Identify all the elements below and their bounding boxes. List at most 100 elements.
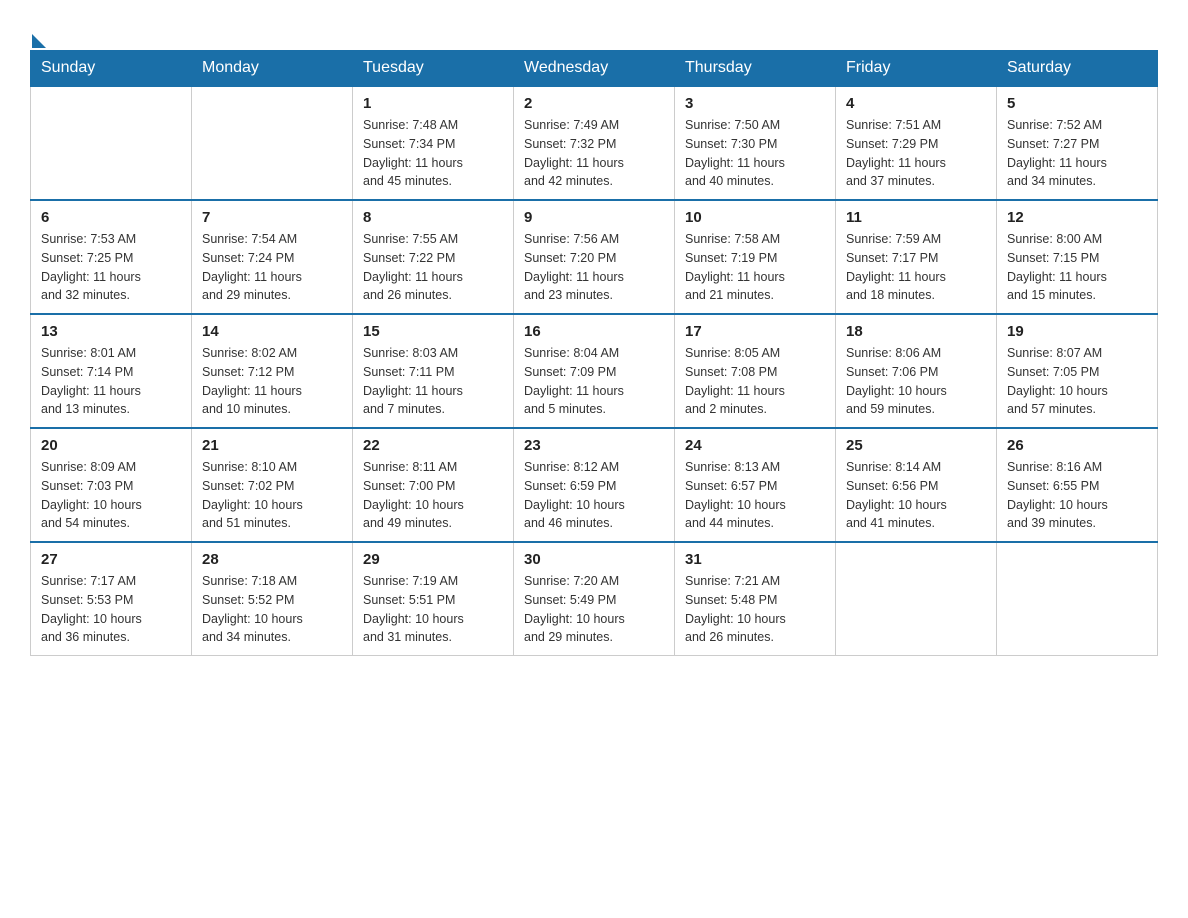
day-number: 17 xyxy=(685,323,825,340)
day-info: Sunrise: 8:11 AMSunset: 7:00 PMDaylight:… xyxy=(363,458,503,533)
day-number: 21 xyxy=(202,437,342,454)
day-number: 14 xyxy=(202,323,342,340)
day-number: 28 xyxy=(202,551,342,568)
day-info: Sunrise: 7:18 AMSunset: 5:52 PMDaylight:… xyxy=(202,572,342,647)
day-number: 5 xyxy=(1007,95,1147,112)
day-info: Sunrise: 7:20 AMSunset: 5:49 PMDaylight:… xyxy=(524,572,664,647)
calendar-cell: 22Sunrise: 8:11 AMSunset: 7:00 PMDayligh… xyxy=(353,428,514,542)
day-number: 8 xyxy=(363,209,503,226)
day-number: 11 xyxy=(846,209,986,226)
calendar-cell: 17 Sunrise: 8:05 AMSunset: 7:08 PMDayligh… xyxy=(675,314,836,428)
day-number: 16 xyxy=(524,323,664,340)
day-info: Sunrise: 8:16 AMSunset: 6:55 PMDaylight:… xyxy=(1007,458,1147,533)
calendar-cell: 10 Sunrise: 7:58 AMSunset: 7:19 PMDayligh… xyxy=(675,200,836,314)
day-number: 6 xyxy=(41,209,181,226)
calendar-cell: 5 Sunrise: 7:52 AMSunset: 7:27 PMDaylight… xyxy=(997,86,1158,200)
weekday-header-wednesday: Wednesday xyxy=(514,51,675,87)
calendar-cell: 8 Sunrise: 7:55 AMSunset: 7:22 PMDaylight… xyxy=(353,200,514,314)
day-number: 7 xyxy=(202,209,342,226)
day-info: Sunrise: 8:05 AMSunset: 7:08 PMDaylight:… xyxy=(685,344,825,419)
calendar-cell: 6 Sunrise: 7:53 AMSunset: 7:25 PMDaylight… xyxy=(31,200,192,314)
calendar-cell xyxy=(192,86,353,200)
day-number: 25 xyxy=(846,437,986,454)
calendar-cell: 13 Sunrise: 8:01 AMSunset: 7:14 PMDayligh… xyxy=(31,314,192,428)
day-info: Sunrise: 8:02 AMSunset: 7:12 PMDaylight:… xyxy=(202,344,342,419)
day-number: 30 xyxy=(524,551,664,568)
weekday-header-friday: Friday xyxy=(836,51,997,87)
day-info: Sunrise: 7:49 AMSunset: 7:32 PMDaylight:… xyxy=(524,116,664,191)
page-header xyxy=(30,20,1158,40)
calendar-week-row: 20 Sunrise: 8:09 AMSunset: 7:03 PMDayligh… xyxy=(31,428,1158,542)
calendar-cell: 23 Sunrise: 8:12 AMSunset: 6:59 PMDayligh… xyxy=(514,428,675,542)
calendar-cell: 19Sunrise: 8:07 AMSunset: 7:05 PMDayligh… xyxy=(997,314,1158,428)
calendar-week-row: 6 Sunrise: 7:53 AMSunset: 7:25 PMDaylight… xyxy=(31,200,1158,314)
calendar-cell: 27Sunrise: 7:17 AMSunset: 5:53 PMDayligh… xyxy=(31,542,192,656)
calendar-cell: 21 Sunrise: 8:10 AMSunset: 7:02 PMDayligh… xyxy=(192,428,353,542)
calendar-cell: 11 Sunrise: 7:59 AMSunset: 7:17 PMDayligh… xyxy=(836,200,997,314)
day-info: Sunrise: 7:48 AMSunset: 7:34 PMDaylight:… xyxy=(363,116,503,191)
calendar-cell: 4 Sunrise: 7:51 AMSunset: 7:29 PMDaylight… xyxy=(836,86,997,200)
day-number: 19 xyxy=(1007,323,1147,340)
day-info: Sunrise: 7:55 AMSunset: 7:22 PMDaylight:… xyxy=(363,230,503,305)
day-number: 2 xyxy=(524,95,664,112)
day-info: Sunrise: 7:59 AMSunset: 7:17 PMDaylight:… xyxy=(846,230,986,305)
day-info: Sunrise: 8:01 AMSunset: 7:14 PMDaylight:… xyxy=(41,344,181,419)
day-number: 15 xyxy=(363,323,503,340)
weekday-header-monday: Monday xyxy=(192,51,353,87)
calendar-cell: 1 Sunrise: 7:48 AMSunset: 7:34 PMDaylight… xyxy=(353,86,514,200)
day-info: Sunrise: 7:54 AMSunset: 7:24 PMDaylight:… xyxy=(202,230,342,305)
day-info: Sunrise: 8:09 AMSunset: 7:03 PMDaylight:… xyxy=(41,458,181,533)
day-info: Sunrise: 7:58 AMSunset: 7:19 PMDaylight:… xyxy=(685,230,825,305)
calendar-cell: 15 Sunrise: 8:03 AMSunset: 7:11 PMDayligh… xyxy=(353,314,514,428)
calendar-cell: 26 Sunrise: 8:16 AMSunset: 6:55 PMDayligh… xyxy=(997,428,1158,542)
day-number: 4 xyxy=(846,95,986,112)
day-info: Sunrise: 8:06 AMSunset: 7:06 PMDaylight:… xyxy=(846,344,986,419)
day-number: 26 xyxy=(1007,437,1147,454)
day-info: Sunrise: 7:19 AMSunset: 5:51 PMDaylight:… xyxy=(363,572,503,647)
day-info: Sunrise: 7:52 AMSunset: 7:27 PMDaylight:… xyxy=(1007,116,1147,191)
calendar-cell: 30 Sunrise: 7:20 AMSunset: 5:49 PMDayligh… xyxy=(514,542,675,656)
day-number: 20 xyxy=(41,437,181,454)
weekday-header-sunday: Sunday xyxy=(31,51,192,87)
weekday-header-saturday: Saturday xyxy=(997,51,1158,87)
day-number: 13 xyxy=(41,323,181,340)
weekday-header-thursday: Thursday xyxy=(675,51,836,87)
day-number: 12 xyxy=(1007,209,1147,226)
calendar-header-row: SundayMondayTuesdayWednesdayThursdayFrid… xyxy=(31,51,1158,87)
calendar-cell xyxy=(836,542,997,656)
calendar-cell: 18 Sunrise: 8:06 AMSunset: 7:06 PMDayligh… xyxy=(836,314,997,428)
day-number: 18 xyxy=(846,323,986,340)
day-info: Sunrise: 7:56 AMSunset: 7:20 PMDaylight:… xyxy=(524,230,664,305)
calendar-cell: 12 Sunrise: 8:00 AMSunset: 7:15 PMDayligh… xyxy=(997,200,1158,314)
calendar-cell xyxy=(997,542,1158,656)
day-info: Sunrise: 8:00 AMSunset: 7:15 PMDaylight:… xyxy=(1007,230,1147,305)
day-info: Sunrise: 8:10 AMSunset: 7:02 PMDaylight:… xyxy=(202,458,342,533)
day-info: Sunrise: 8:03 AMSunset: 7:11 PMDaylight:… xyxy=(363,344,503,419)
calendar-cell: 25 Sunrise: 8:14 AMSunset: 6:56 PMDayligh… xyxy=(836,428,997,542)
day-info: Sunrise: 8:04 AMSunset: 7:09 PMDaylight:… xyxy=(524,344,664,419)
day-info: Sunrise: 7:21 AMSunset: 5:48 PMDaylight:… xyxy=(685,572,825,647)
day-number: 27 xyxy=(41,551,181,568)
calendar-cell: 14 Sunrise: 8:02 AMSunset: 7:12 PMDayligh… xyxy=(192,314,353,428)
day-number: 9 xyxy=(524,209,664,226)
day-info: Sunrise: 7:51 AMSunset: 7:29 PMDaylight:… xyxy=(846,116,986,191)
day-number: 10 xyxy=(685,209,825,226)
calendar-week-row: 1 Sunrise: 7:48 AMSunset: 7:34 PMDaylight… xyxy=(31,86,1158,200)
day-number: 31 xyxy=(685,551,825,568)
calendar-cell: 28 Sunrise: 7:18 AMSunset: 5:52 PMDayligh… xyxy=(192,542,353,656)
weekday-header-tuesday: Tuesday xyxy=(353,51,514,87)
calendar-cell: 29Sunrise: 7:19 AMSunset: 5:51 PMDayligh… xyxy=(353,542,514,656)
day-number: 1 xyxy=(363,95,503,112)
day-number: 3 xyxy=(685,95,825,112)
calendar-cell: 31 Sunrise: 7:21 AMSunset: 5:48 PMDayligh… xyxy=(675,542,836,656)
day-info: Sunrise: 8:12 AMSunset: 6:59 PMDaylight:… xyxy=(524,458,664,533)
calendar-cell: 9 Sunrise: 7:56 AMSunset: 7:20 PMDaylight… xyxy=(514,200,675,314)
calendar-cell: 7 Sunrise: 7:54 AMSunset: 7:24 PMDaylight… xyxy=(192,200,353,314)
day-info: Sunrise: 8:14 AMSunset: 6:56 PMDaylight:… xyxy=(846,458,986,533)
calendar-cell: 16 Sunrise: 8:04 AMSunset: 7:09 PMDayligh… xyxy=(514,314,675,428)
logo-arrow-icon xyxy=(32,34,46,48)
day-info: Sunrise: 7:53 AMSunset: 7:25 PMDaylight:… xyxy=(41,230,181,305)
day-number: 23 xyxy=(524,437,664,454)
logo xyxy=(30,20,46,40)
calendar-week-row: 27Sunrise: 7:17 AMSunset: 5:53 PMDayligh… xyxy=(31,542,1158,656)
